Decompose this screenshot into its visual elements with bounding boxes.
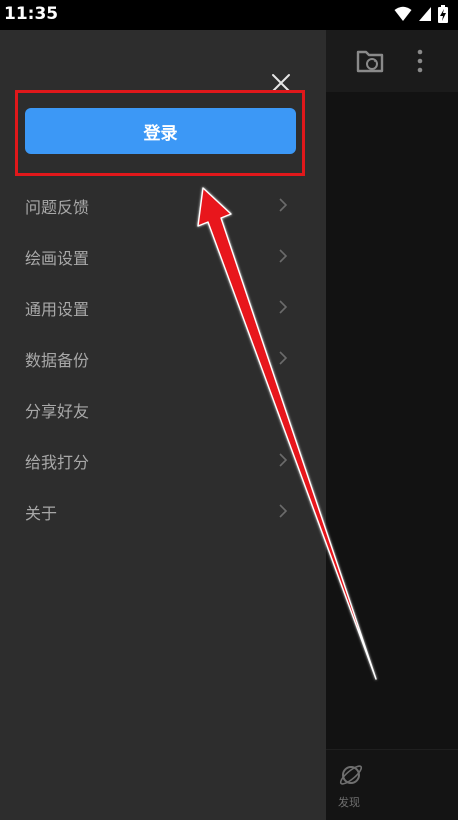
menu-item-label: 数据备份: [25, 351, 90, 370]
planet-icon: [339, 765, 363, 785]
bottom-nav-label: 发现: [338, 796, 360, 809]
menu-item-label: 问题反馈: [25, 198, 90, 217]
login-button[interactable]: 登录: [25, 108, 296, 154]
chevron-right-icon: [279, 453, 288, 467]
menu-item-drawing-settings[interactable]: 绘画设置: [0, 231, 326, 282]
chevron-right-icon: [279, 351, 288, 365]
chevron-right-icon: [279, 504, 288, 518]
chevron-right-icon: [279, 300, 288, 314]
app-toolbar: [326, 30, 458, 92]
bottom-nav-discover[interactable]: 发现: [326, 749, 458, 820]
signal-icon: [419, 7, 431, 21]
status-time: 11:35: [4, 4, 59, 24]
screen: 11:35 发现 登录 问题反馈 绘画设置 通用设置 数据备份 分享好友 给我打…: [0, 0, 458, 820]
menu-item-share[interactable]: 分享好友: [0, 384, 326, 435]
folder-sync-icon[interactable]: [356, 48, 384, 74]
navigation-drawer: 登录 问题反馈 绘画设置 通用设置 数据备份 分享好友 给我打分 关于: [0, 30, 326, 820]
menu-item-label: 给我打分: [25, 453, 90, 472]
menu-item-label: 绘画设置: [25, 249, 90, 268]
chevron-right-icon: [279, 249, 288, 263]
menu-item-data-backup[interactable]: 数据备份: [0, 333, 326, 384]
menu-item-label: 关于: [25, 504, 58, 523]
background-app: 发现: [326, 30, 458, 820]
menu-item-label: 分享好友: [25, 402, 90, 421]
wifi-icon: [394, 6, 412, 21]
menu-item-label: 通用设置: [25, 300, 90, 319]
menu-item-general-settings[interactable]: 通用设置: [0, 282, 326, 333]
battery-charging-icon: [438, 5, 448, 23]
status-bar: 11:35: [0, 0, 458, 30]
more-vertical-icon[interactable]: [416, 48, 424, 74]
drawer-menu: 问题反馈 绘画设置 通用设置 数据备份 分享好友 给我打分 关于: [0, 180, 326, 537]
menu-item-rate-app[interactable]: 给我打分: [0, 435, 326, 486]
chevron-right-icon: [279, 198, 288, 212]
menu-item-feedback[interactable]: 问题反馈: [0, 180, 326, 231]
menu-item-about[interactable]: 关于: [0, 486, 326, 537]
status-icons: [394, 5, 448, 23]
